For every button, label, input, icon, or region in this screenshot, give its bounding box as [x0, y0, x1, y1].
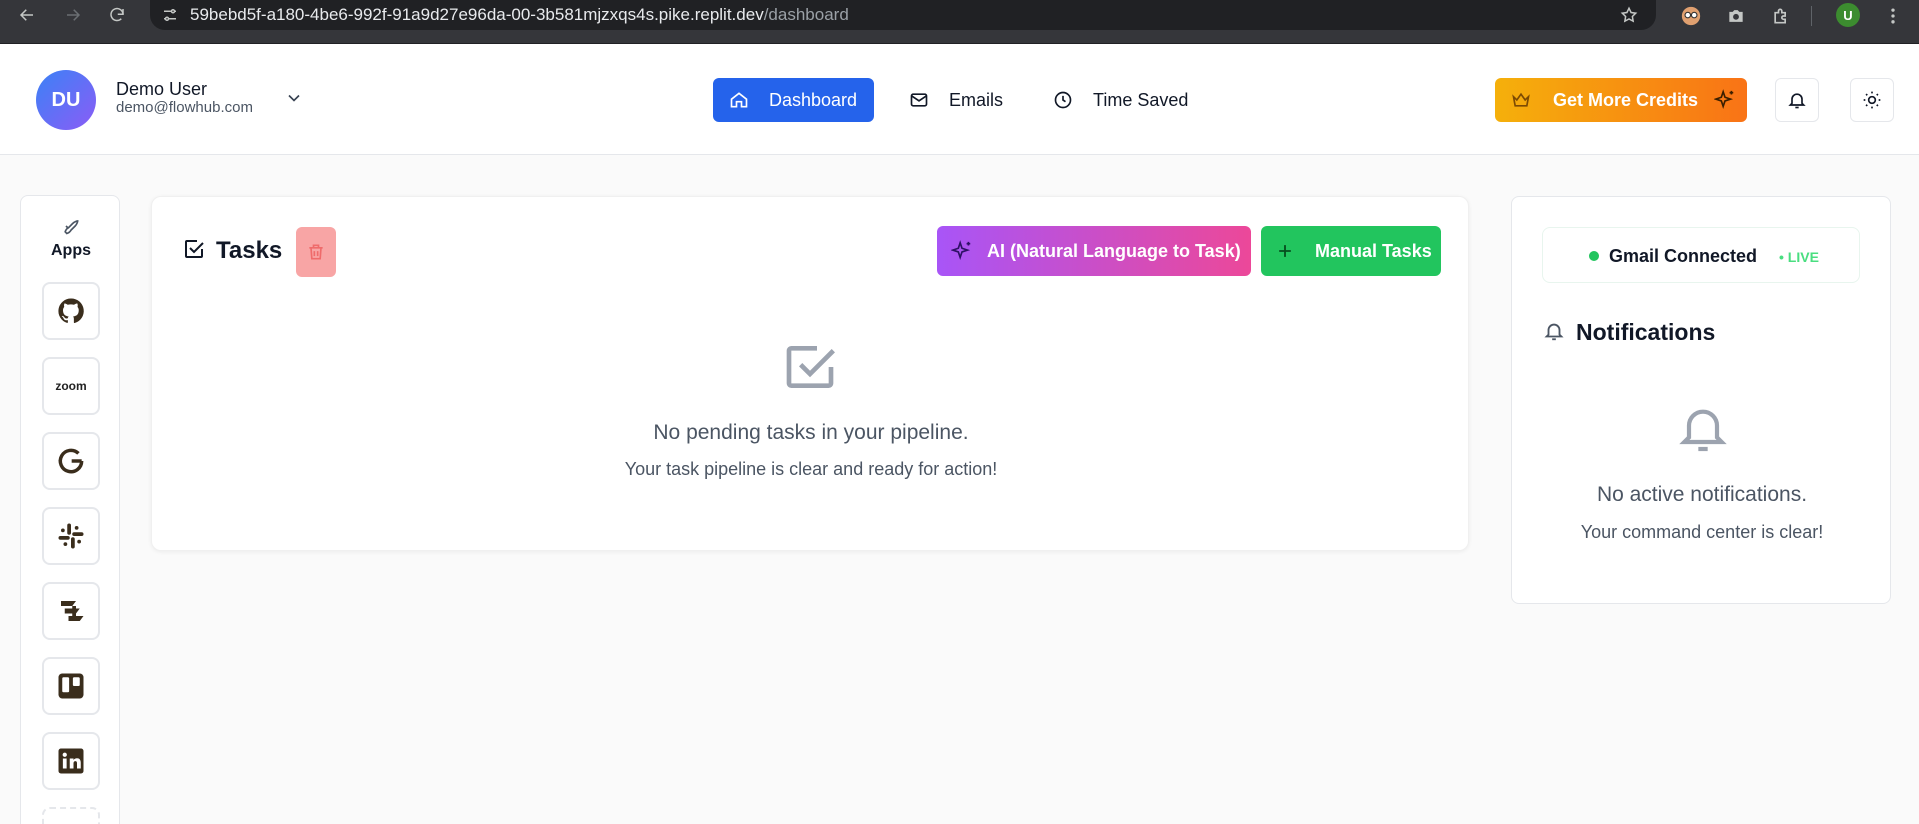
more-menu-icon[interactable] [1881, 4, 1905, 28]
mail-icon [909, 90, 929, 110]
app-jira[interactable] [42, 582, 100, 640]
delete-tasks-button[interactable] [296, 227, 336, 277]
manual-tasks-button[interactable]: Manual Tasks [1261, 226, 1441, 276]
notifications-title: Notifications [1576, 319, 1716, 345]
forward-icon[interactable] [58, 0, 88, 30]
tab-time-saved[interactable]: Time Saved [1039, 78, 1199, 122]
app-header: DU Demo User demo@flowhub.com Dashboard … [0, 44, 1919, 155]
trello-icon [56, 671, 86, 701]
check-square-icon [782, 339, 838, 400]
app-google[interactable] [42, 432, 100, 490]
tasks-title: Tasks [216, 237, 283, 264]
status-dot [1589, 251, 1599, 261]
app-slack[interactable] [42, 507, 100, 565]
user-name: Demo User [116, 79, 208, 99]
url-host: 59bebd5f-a180-4be6-992f-91a9d27e96da-00-… [190, 5, 764, 24]
profile-avatar[interactable]: U [1836, 3, 1860, 27]
slack-icon [56, 521, 86, 551]
jira-icon [56, 596, 86, 626]
google-icon [55, 445, 87, 477]
gmail-status-text: Gmail Connected [1609, 246, 1758, 266]
user-avatar[interactable]: DU [36, 70, 96, 130]
browser-toolbar: 59bebd5f-a180-4be6-992f-91a9d27e96da-00-… [0, 0, 1919, 44]
tasks-empty-title: No pending tasks in your pipeline. [653, 421, 969, 444]
bell-icon [1675, 400, 1731, 461]
live-label: • LIVE [1779, 249, 1819, 265]
back-icon[interactable] [12, 0, 42, 30]
site-info-icon[interactable] [150, 6, 190, 24]
extensions-puzzle-icon[interactable] [1769, 4, 1793, 28]
check-square-icon [182, 237, 206, 266]
clock-icon [1053, 90, 1073, 110]
ai-task-button[interactable]: AI (Natural Language to Task) [937, 226, 1251, 276]
zoom-icon: zoom [55, 379, 87, 393]
tab-dashboard-label: Dashboard [769, 89, 858, 110]
notifications-button[interactable] [1775, 78, 1819, 122]
get-more-credits-button[interactable]: Get More Credits [1495, 78, 1747, 122]
ai-task-label: AI (Natural Language to Task) [987, 240, 1241, 261]
notifications-empty-subtitle: Your command center is clear! [1580, 522, 1824, 542]
tab-emails-label: Emails [949, 89, 1004, 110]
app-zoom[interactable]: zoom [42, 357, 100, 415]
toolbar-divider [1811, 6, 1812, 26]
linkedin-icon [56, 746, 86, 776]
sun-icon [1862, 90, 1882, 110]
notifications-panel: Gmail Connected • LIVE Notifications No … [1511, 196, 1891, 604]
tab-time-saved-label: Time Saved [1093, 89, 1189, 110]
tab-emails[interactable]: Emails [895, 78, 1015, 122]
home-icon [729, 90, 749, 110]
url-path: /dashboard [763, 5, 849, 24]
sparkles-icon [1714, 89, 1736, 111]
bookmark-star-icon[interactable] [1620, 6, 1638, 29]
sparkles-icon [951, 240, 973, 262]
add-app-tile[interactable] [42, 807, 100, 824]
tasks-empty-subtitle: Your task pipeline is clear and ready fo… [624, 459, 998, 479]
app-linkedin[interactable] [42, 732, 100, 790]
crown-icon [1511, 90, 1531, 110]
trash-icon [306, 242, 326, 262]
credits-label: Get More Credits [1553, 89, 1699, 110]
github-icon [56, 296, 86, 326]
reload-icon[interactable] [102, 0, 132, 30]
bell-icon [1543, 320, 1565, 347]
extension-glasses-icon[interactable] [1679, 4, 1703, 28]
user-email: demo@flowhub.com [116, 99, 253, 116]
gmail-status-badge: Gmail Connected • LIVE [1542, 227, 1860, 283]
app-github[interactable] [42, 282, 100, 340]
tab-dashboard[interactable]: Dashboard [713, 78, 874, 122]
theme-toggle-button[interactable] [1850, 78, 1894, 122]
apps-sidebar: Apps zoom [20, 195, 120, 824]
notifications-empty-title: No active notifications. [1596, 483, 1808, 506]
app-trello[interactable] [42, 657, 100, 715]
url-text: 59bebd5f-a180-4be6-992f-91a9d27e96da-00-… [190, 5, 849, 25]
bell-icon [1787, 90, 1807, 110]
apps-label: Apps [51, 242, 91, 259]
chevron-down-icon[interactable] [284, 88, 304, 113]
manual-tasks-label: Manual Tasks [1315, 240, 1432, 261]
address-bar[interactable]: 59bebd5f-a180-4be6-992f-91a9d27e96da-00-… [150, 0, 1656, 30]
tasks-card: Tasks AI (Natural Language to Task) Manu… [151, 196, 1469, 551]
rocket-icon [61, 216, 81, 241]
plus-icon [1275, 241, 1295, 261]
camera-icon[interactable] [1724, 4, 1748, 28]
